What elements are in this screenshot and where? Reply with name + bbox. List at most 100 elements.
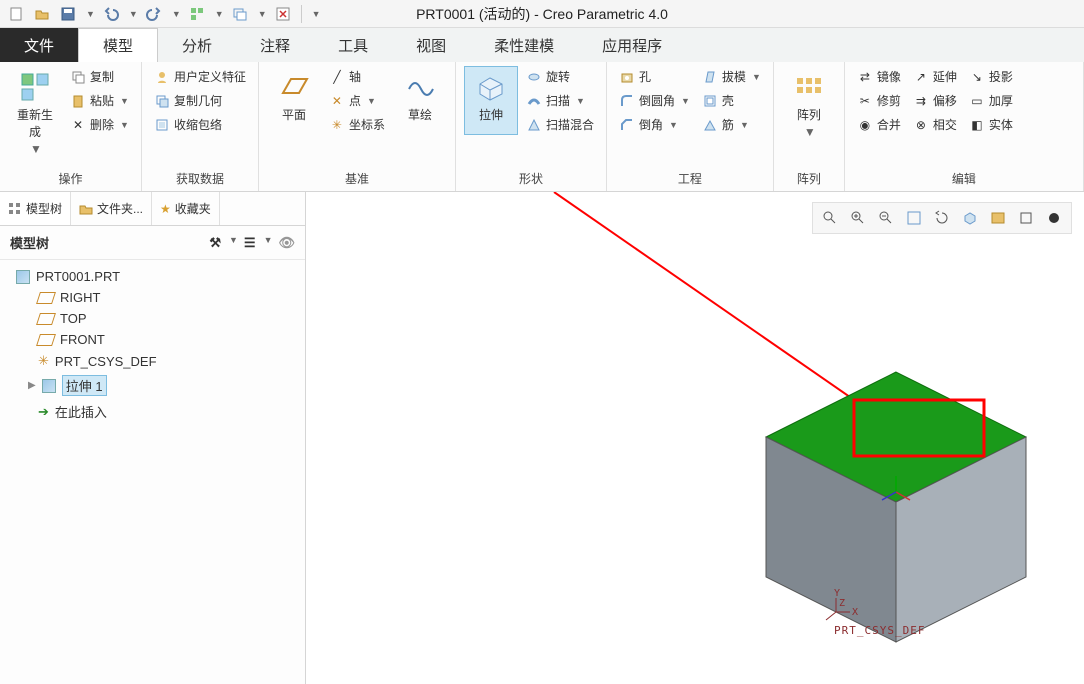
qat-customize-icon[interactable]: ▼ bbox=[312, 9, 321, 19]
model-view: YXZ bbox=[306, 192, 1084, 682]
csys-icon: ✳ bbox=[38, 353, 49, 369]
axis-icon: ╱ bbox=[329, 69, 345, 85]
tree-tab-model[interactable]: 模型树 bbox=[0, 192, 71, 225]
extrude-icon bbox=[42, 379, 56, 393]
ribbon-group-edit: ⇄镜像 ✂修剪 ◉合并 ↗延伸 ⇉偏移 ⊗相交 ↘投影 ▭加厚 ◧实体 编辑 bbox=[845, 62, 1084, 191]
window-title: PRT0001 (活动的) - Creo Parametric 4.0 bbox=[416, 4, 668, 24]
trim-button[interactable]: ✂修剪 bbox=[853, 90, 905, 111]
ribbon-group-operate: 重新生成▼ 复制 粘贴▼ ✕删除▼ 操作 bbox=[0, 62, 142, 191]
ribbon-group-getdata: 用户定义特征 复制几何 收缩包络 获取数据 bbox=[142, 62, 259, 191]
csys-button[interactable]: ✳坐标系 bbox=[325, 114, 389, 135]
tree-extrude-feature[interactable]: ▶拉伸 1 bbox=[4, 372, 301, 399]
merge-button[interactable]: ◉合并 bbox=[853, 114, 905, 135]
delete-icon: ✕ bbox=[70, 117, 86, 133]
ribbon-group-shape: 拉伸 旋转 扫描▼ 扫描混合 形状 bbox=[456, 62, 607, 191]
trim-icon: ✂ bbox=[857, 93, 873, 109]
sweep-button[interactable]: 扫描▼ bbox=[522, 90, 598, 111]
copy-button[interactable]: 复制 bbox=[66, 66, 133, 87]
svg-text:X: X bbox=[852, 607, 858, 618]
shrinkwrap-button[interactable]: 收缩包络 bbox=[150, 114, 250, 135]
tree-datum-front[interactable]: FRONT bbox=[4, 329, 301, 350]
point-icon: ✕ bbox=[329, 93, 345, 109]
paste-button[interactable]: 粘贴▼ bbox=[66, 90, 133, 111]
sketch-button[interactable]: 草绘 bbox=[393, 66, 447, 135]
mirror-button[interactable]: ⇄镜像 bbox=[853, 66, 905, 87]
axis-button[interactable]: ╱轴 bbox=[325, 66, 389, 87]
regen-button[interactable]: 重新生成▼ bbox=[8, 66, 62, 160]
thicken-button[interactable]: ▭加厚 bbox=[965, 90, 1017, 111]
regen-qat-icon[interactable] bbox=[187, 4, 207, 24]
tree-tool-settings-icon[interactable]: ⚒ bbox=[209, 235, 221, 251]
star-icon: ★ bbox=[160, 202, 171, 216]
tab-apps[interactable]: 应用程序 bbox=[578, 28, 686, 62]
csys-label: PRT_CSYS_DEF bbox=[834, 624, 925, 637]
open-file-icon[interactable] bbox=[32, 4, 52, 24]
tab-annotate[interactable]: 注释 bbox=[236, 28, 314, 62]
new-file-icon[interactable] bbox=[6, 4, 26, 24]
round-button[interactable]: 倒圆角▼ bbox=[615, 90, 694, 111]
graphics-canvas[interactable]: YXZ PRT_CSYS_DEF bbox=[306, 192, 1084, 684]
thicken-icon: ▭ bbox=[969, 93, 985, 109]
project-button[interactable]: ↘投影 bbox=[965, 66, 1017, 87]
svg-text:Z: Z bbox=[839, 598, 845, 609]
plane-button[interactable]: 平面 bbox=[267, 66, 321, 135]
tab-flexible[interactable]: 柔性建模 bbox=[470, 28, 578, 62]
extend-button[interactable]: ↗延伸 bbox=[909, 66, 961, 87]
quick-access-toolbar: ▼ ▼ ▼ ▼ ▼ ▼ PRT0001 (活动的) - Creo Paramet… bbox=[0, 0, 1084, 28]
chamfer-button[interactable]: 倒角▼ bbox=[615, 114, 694, 135]
extrude-button[interactable]: 拉伸 bbox=[464, 66, 518, 135]
tree-datum-top[interactable]: TOP bbox=[4, 308, 301, 329]
tab-file[interactable]: 文件 bbox=[0, 28, 78, 62]
pattern-button[interactable]: 阵列▼ bbox=[782, 66, 836, 143]
tab-view[interactable]: 视图 bbox=[392, 28, 470, 62]
plane-icon bbox=[36, 292, 56, 304]
tree-datum-right[interactable]: RIGHT bbox=[4, 287, 301, 308]
rib-button[interactable]: 筋▼ bbox=[698, 114, 765, 135]
solidify-icon: ◧ bbox=[969, 117, 985, 133]
model-tree: PRT0001.PRT RIGHT TOP FRONT ✳PRT_CSYS_DE… bbox=[0, 260, 305, 430]
draft-button[interactable]: 拔模▼ bbox=[698, 66, 765, 87]
tree-header-label: 模型树 bbox=[10, 233, 49, 252]
undo-icon[interactable] bbox=[101, 4, 121, 24]
tree-csys[interactable]: ✳PRT_CSYS_DEF bbox=[4, 350, 301, 372]
plane-icon bbox=[36, 334, 56, 346]
solidify-button[interactable]: ◧实体 bbox=[965, 114, 1017, 135]
tab-analysis[interactable]: 分析 bbox=[158, 28, 236, 62]
intersect-icon: ⊗ bbox=[913, 117, 929, 133]
expand-icon[interactable]: ▶ bbox=[28, 380, 36, 391]
arrow-icon: ➔ bbox=[38, 404, 49, 420]
tree-tool-show-icon[interactable]: 👁 bbox=[278, 235, 295, 251]
revolve-button[interactable]: 旋转 bbox=[522, 66, 598, 87]
csys-icon: ✳ bbox=[329, 117, 345, 133]
redo-icon[interactable] bbox=[144, 4, 164, 24]
close-window-icon[interactable] bbox=[273, 4, 293, 24]
tree-tool-filter-icon[interactable]: ☰ bbox=[244, 235, 256, 251]
tree-insert-here[interactable]: ➔在此插入 bbox=[4, 399, 301, 424]
delete-button[interactable]: ✕删除▼ bbox=[66, 114, 133, 135]
tab-model[interactable]: 模型 bbox=[78, 28, 158, 62]
copygeom-button[interactable]: 复制几何 bbox=[150, 90, 250, 111]
tree-root[interactable]: PRT0001.PRT bbox=[4, 266, 301, 287]
model-tree-panel: 模型树 文件夹... ★收藏夹 模型树 ⚒▼ ☰▼ 👁 PRT0001.PRT … bbox=[0, 192, 306, 684]
udf-button[interactable]: 用户定义特征 bbox=[150, 66, 250, 87]
intersect-button[interactable]: ⊗相交 bbox=[909, 114, 961, 135]
mirror-icon: ⇄ bbox=[857, 69, 873, 85]
hole-button[interactable]: 孔 bbox=[615, 66, 694, 87]
project-icon: ↘ bbox=[969, 69, 985, 85]
ribbon-group-datum: 平面 ╱轴 ✕点▼ ✳坐标系 草绘 基准 bbox=[259, 62, 456, 191]
tree-tab-favorites[interactable]: ★收藏夹 bbox=[152, 192, 220, 225]
shell-button[interactable]: 壳 bbox=[698, 90, 765, 111]
sweptblend-button[interactable]: 扫描混合 bbox=[522, 114, 598, 135]
extend-icon: ↗ bbox=[913, 69, 929, 85]
point-button[interactable]: ✕点▼ bbox=[325, 90, 389, 111]
tree-tab-folder[interactable]: 文件夹... bbox=[71, 192, 152, 225]
plane-icon bbox=[36, 313, 56, 325]
part-icon bbox=[16, 270, 30, 284]
offset-button[interactable]: ⇉偏移 bbox=[909, 90, 961, 111]
save-icon[interactable] bbox=[58, 4, 78, 24]
offset-icon: ⇉ bbox=[913, 93, 929, 109]
windows-icon[interactable] bbox=[230, 4, 250, 24]
merge-icon: ◉ bbox=[857, 117, 873, 133]
ribbon: 重新生成▼ 复制 粘贴▼ ✕删除▼ 操作 用户定义特征 复制几何 收缩包络 获取… bbox=[0, 62, 1084, 192]
tab-tools[interactable]: 工具 bbox=[314, 28, 392, 62]
